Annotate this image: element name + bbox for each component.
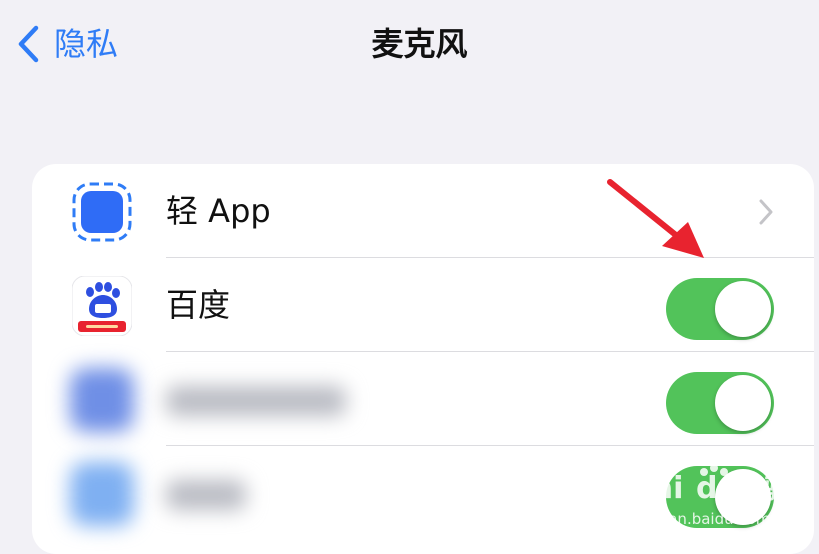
- svg-text:jingyan.baidu.com: jingyan.baidu.com: [631, 510, 770, 528]
- microphone-toggle-baidu[interactable]: [666, 278, 774, 340]
- svg-text:Bai: Bai: [630, 471, 683, 506]
- toggle-knob: [715, 281, 771, 337]
- list-item-blurred-app: [32, 352, 814, 446]
- blurred-app-name: [166, 480, 246, 510]
- row-label: 百度: [166, 286, 231, 324]
- list-item-baidu: 百度: [32, 258, 814, 352]
- baidu-jingyan-watermark: Bai du 经验 jingyan.baidu.com: [630, 464, 790, 528]
- blurred-app-icon: [70, 368, 134, 432]
- navigation-bar: 隐私 麦克风: [0, 0, 819, 100]
- chevron-right-icon: [759, 199, 773, 225]
- svg-text:du: du: [696, 471, 739, 506]
- svg-text:经验: 经验: [738, 474, 790, 505]
- blurred-app-name: [166, 386, 346, 416]
- page-title: 麦克风: [371, 25, 468, 63]
- row-label: 轻 App: [166, 192, 271, 230]
- blurred-app-icon: [70, 462, 134, 526]
- light-app-icon: [72, 182, 132, 242]
- microphone-toggle-app3[interactable]: [666, 372, 774, 434]
- toggle-knob: [715, 375, 771, 431]
- baidu-paw-icon: [72, 276, 132, 336]
- annotation-arrow-icon: [607, 179, 704, 258]
